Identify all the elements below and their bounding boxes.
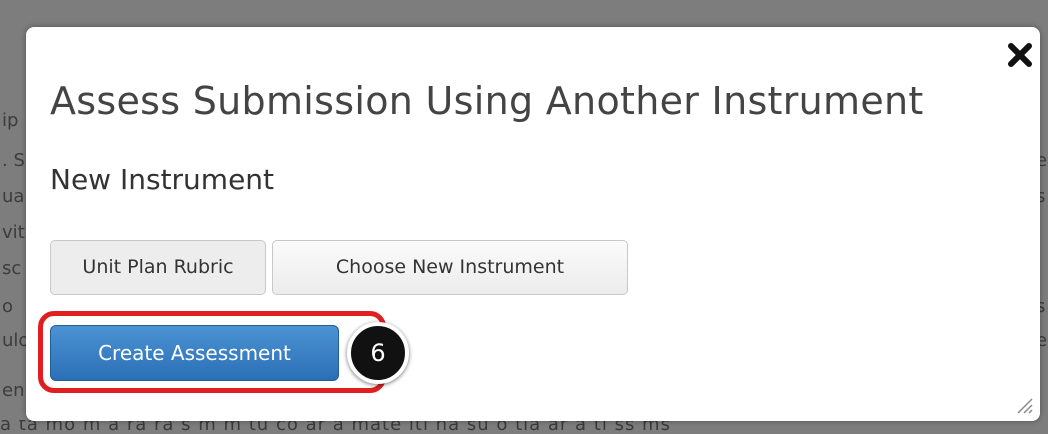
- bg-text-fragment: sc: [2, 258, 22, 279]
- current-instrument-button[interactable]: Unit Plan Rubric: [50, 240, 266, 295]
- bg-text-fragment: . S: [2, 150, 25, 171]
- resize-grip-icon[interactable]: [1014, 395, 1034, 415]
- bg-text-fragment: en: [2, 380, 25, 401]
- dialog-title: Assess Submission Using Another Instrume…: [50, 79, 924, 123]
- choose-new-instrument-button[interactable]: Choose New Instrument: [272, 240, 628, 295]
- create-assessment-button[interactable]: Create Assessment: [50, 325, 339, 381]
- bg-bottom-text: a ta mo m a ra ra s m m tu co ar a mate …: [0, 420, 671, 434]
- bg-text-fragment: vit: [2, 222, 25, 243]
- close-x-icon[interactable]: [1006, 41, 1034, 69]
- section-title-new-instrument: New Instrument: [50, 163, 275, 196]
- bg-text-fragment: ip: [2, 110, 19, 131]
- background-bottom-strip: a ta mo m a ra ra s m m tu co ar a mate …: [0, 420, 1048, 434]
- step-number-badge: 6: [347, 322, 409, 384]
- bg-text-fragment: o: [2, 296, 14, 317]
- bg-text-fragment: ua: [2, 186, 25, 207]
- assess-submission-dialog: Assess Submission Using Another Instrume…: [26, 27, 1040, 421]
- bg-text-fragment: ulo: [2, 330, 26, 351]
